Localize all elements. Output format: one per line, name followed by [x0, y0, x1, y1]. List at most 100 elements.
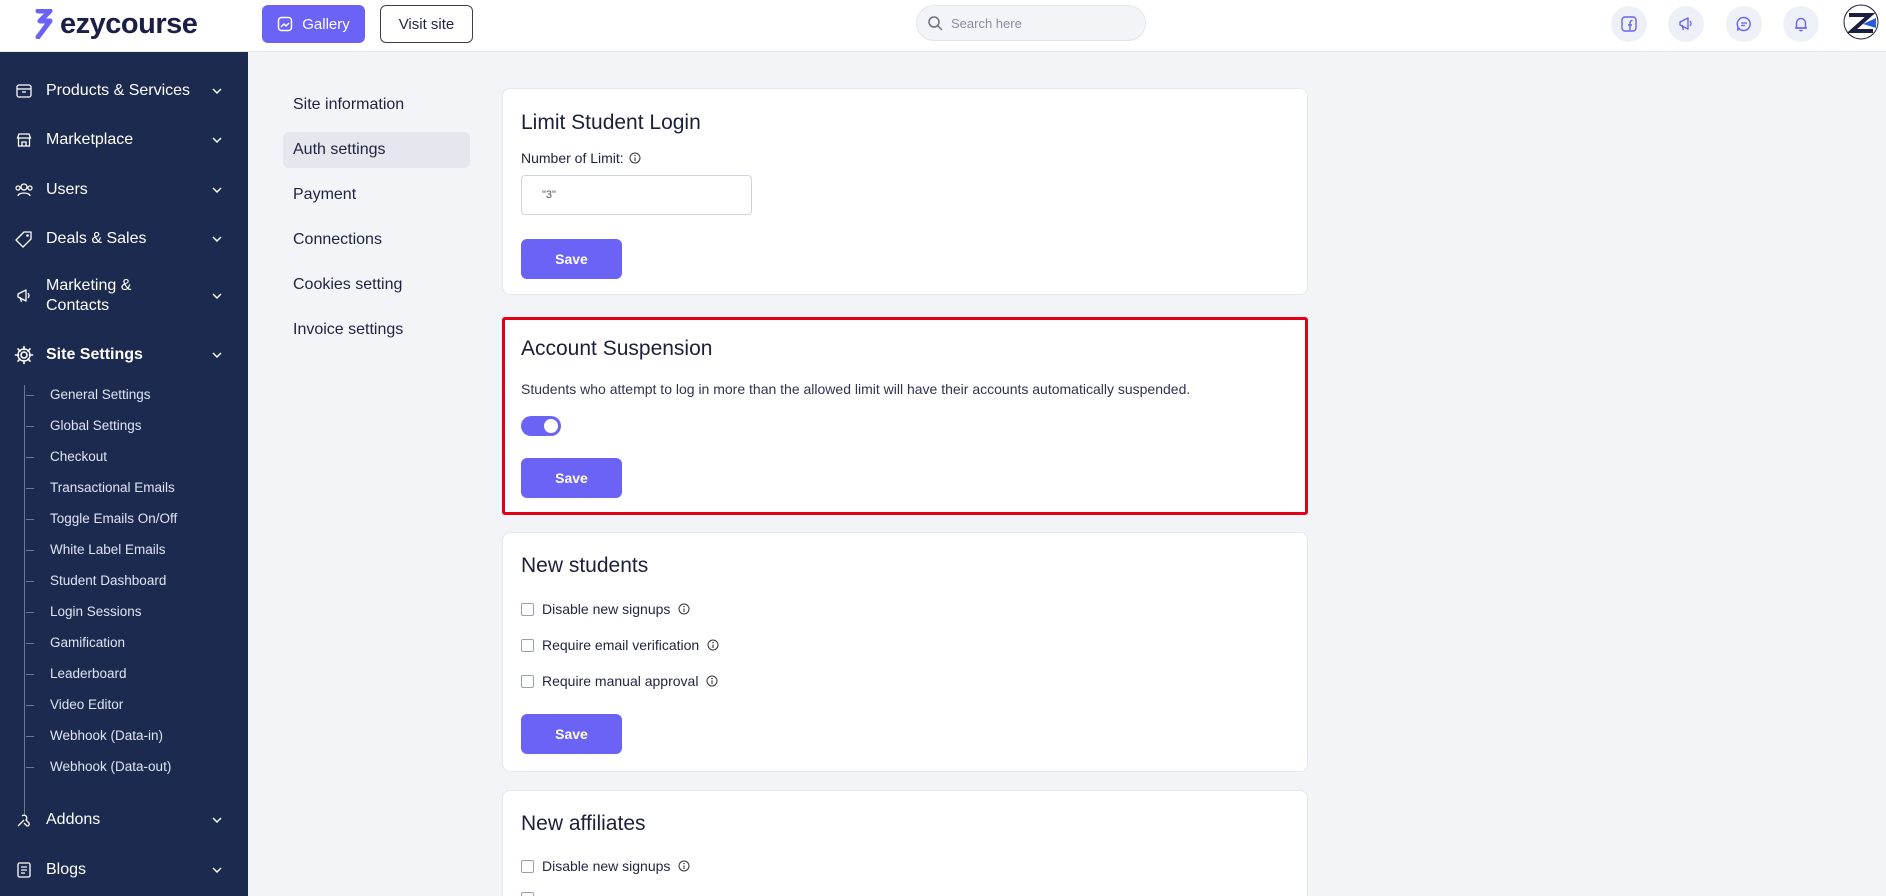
info-icon[interactable] [678, 860, 690, 872]
account-suspension-card: Account Suspension Students who attempt … [502, 317, 1308, 515]
sidebar-item-label: Site Settings [46, 346, 143, 363]
tree-tick [26, 705, 34, 706]
sidebar-item-blogs[interactable]: Blogs [0, 857, 248, 883]
sidebar-item-addons[interactable]: Addons [0, 807, 248, 833]
tree-tick [26, 457, 34, 458]
sidebar-item-users[interactable]: Users [0, 177, 248, 203]
tree-tick [26, 550, 34, 551]
tree-tick [26, 612, 34, 613]
chevron-down-icon [212, 867, 222, 874]
info-icon[interactable] [707, 639, 719, 651]
chevron-down-icon [212, 293, 222, 300]
checkbox[interactable] [521, 674, 534, 688]
submenu-transactional-emails[interactable]: Transactional Emails [50, 478, 175, 498]
tag-icon [14, 229, 34, 249]
limit-login-save-button[interactable]: Save [521, 239, 622, 279]
brand-name: ezycourse [60, 7, 198, 40]
search-icon [928, 16, 943, 31]
submenu-general-settings[interactable]: General Settings [50, 385, 151, 405]
visit-site-button[interactable]: Visit site [380, 5, 473, 43]
submenu-toggle-emails[interactable]: Toggle Emails On/Off [50, 509, 177, 529]
settings-nav-invoice-settings[interactable]: Invoice settings [283, 312, 470, 348]
number-of-limit-label: Number of Limit: [521, 150, 641, 166]
submenu-login-sessions[interactable]: Login Sessions [50, 602, 142, 622]
tree-tick [26, 767, 34, 768]
store-icon [14, 130, 34, 150]
settings-nav-connections[interactable]: Connections [283, 222, 470, 258]
submenu-global-settings[interactable]: Global Settings [50, 416, 142, 436]
tree-tick [26, 426, 34, 427]
tree-tick [26, 674, 34, 675]
card-title: Limit Student Login [521, 111, 701, 134]
checkbox[interactable] [521, 638, 534, 652]
chevron-down-icon [212, 187, 222, 194]
sidebar-item-label: Marketing & Contacts [46, 277, 132, 314]
info-icon[interactable] [706, 675, 718, 687]
new-students-card: New students Disable new signups Require… [502, 532, 1308, 772]
submenu-tree-line [24, 385, 25, 816]
submenu-leaderboard[interactable]: Leaderboard [50, 664, 127, 684]
require-email-verification-option[interactable]: Require email verification [521, 637, 719, 653]
box-icon [14, 81, 34, 101]
card-title: Account Suspension [521, 337, 713, 360]
settings-nav-site-information[interactable]: Site information [283, 87, 470, 123]
tree-tick [26, 643, 34, 644]
gallery-icon [277, 16, 293, 32]
sidebar-item-label: Users [46, 181, 88, 198]
submenu-webhook-data-in[interactable]: Webhook (Data-in) [50, 726, 163, 746]
disable-new-signups-option[interactable]: Disable new signups [521, 601, 690, 617]
checkbox[interactable] [521, 602, 534, 616]
chevron-down-icon [212, 88, 222, 95]
megaphone-icon[interactable] [1668, 6, 1704, 42]
sidebar-item-site-settings[interactable]: Site Settings [0, 342, 248, 368]
checkbox[interactable] [521, 892, 534, 896]
sidebar-item-marketplace[interactable]: Marketplace [0, 127, 248, 153]
logo-mark-icon [35, 9, 53, 39]
info-icon[interactable] [678, 603, 690, 615]
field-label-text: Number of Limit: [521, 150, 624, 166]
checkbox[interactable] [521, 859, 534, 873]
affiliates-next-option[interactable] [521, 892, 534, 896]
new-students-save-button[interactable]: Save [521, 714, 622, 754]
account-suspension-save-button[interactable]: Save [521, 458, 622, 498]
facebook-icon[interactable] [1611, 6, 1647, 42]
user-avatar[interactable] [1843, 4, 1879, 40]
require-manual-approval-option[interactable]: Require manual approval [521, 673, 718, 689]
option-label: Require manual approval [542, 673, 699, 689]
chevron-down-icon [212, 352, 222, 359]
sidebar-item-marketing-contacts[interactable]: Marketing & Contacts [0, 274, 248, 318]
submenu-checkout[interactable]: Checkout [50, 447, 107, 467]
bell-icon[interactable] [1783, 6, 1819, 42]
settings-nav-auth-settings[interactable]: Auth settings [283, 132, 470, 168]
gear-icon [14, 345, 34, 365]
gallery-button[interactable]: Gallery [262, 5, 365, 43]
sidebar-item-deals-sales[interactable]: Deals & Sales [0, 226, 248, 252]
affiliates-disable-new-signups-option[interactable]: Disable new signups [521, 858, 690, 874]
tree-tick [26, 395, 34, 396]
chevron-down-icon [212, 236, 222, 243]
option-label: Disable new signups [542, 601, 671, 617]
info-icon[interactable] [629, 152, 641, 164]
sidebar-item-label: Products & Services [46, 82, 191, 99]
card-title: New students [521, 554, 649, 577]
chevron-down-icon [212, 137, 222, 144]
number-of-limit-input[interactable] [521, 175, 752, 215]
submenu-white-label-emails[interactable]: White Label Emails [50, 540, 166, 560]
search-bar[interactable] [916, 5, 1146, 41]
chevron-down-icon [212, 817, 222, 824]
search-input[interactable] [951, 15, 1131, 31]
account-suspension-toggle[interactable] [521, 416, 561, 436]
tree-tick [26, 488, 34, 489]
new-affiliates-card: New affiliates Disable new signups [502, 790, 1308, 896]
visit-site-label: Visit site [398, 15, 455, 33]
ezycourse-logo[interactable]: ezycourse [34, 7, 198, 40]
submenu-gamification[interactable]: Gamification [50, 633, 125, 653]
sidebar-item-products-services[interactable]: Products & Services [0, 78, 248, 104]
submenu-video-editor[interactable]: Video Editor [50, 695, 123, 715]
chat-icon[interactable] [1726, 6, 1762, 42]
puzzle-icon [14, 810, 34, 830]
settings-nav-payment[interactable]: Payment [283, 177, 470, 213]
submenu-webhook-data-out[interactable]: Webhook (Data-out) [50, 757, 171, 777]
settings-nav-cookies-setting[interactable]: Cookies setting [283, 267, 470, 303]
submenu-student-dashboard[interactable]: Student Dashboard [50, 571, 166, 591]
